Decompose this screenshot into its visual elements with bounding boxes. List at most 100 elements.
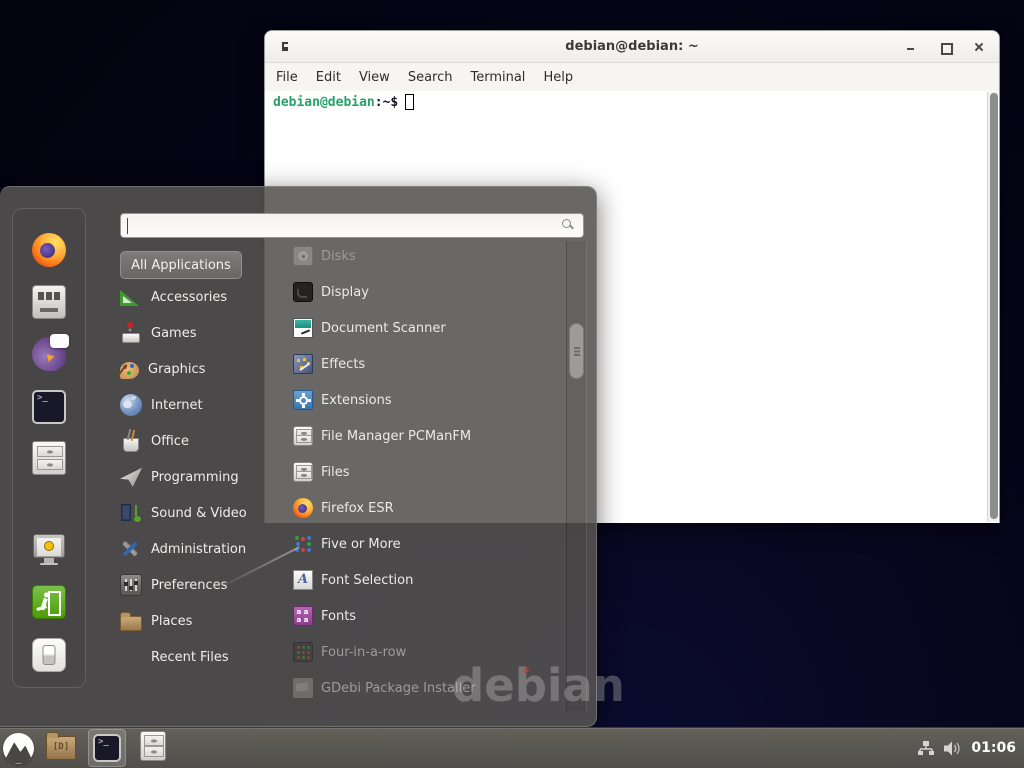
app-disks[interactable]: Disks: [280, 238, 552, 274]
favorites-sidebar: [12, 208, 86, 688]
app-document-scanner[interactable]: Document Scanner: [280, 310, 552, 346]
menu-button[interactable]: [3, 733, 34, 764]
category-accessories[interactable]: Accessories: [120, 279, 270, 315]
all-applications-button[interactable]: All Applications: [120, 251, 242, 279]
shutdown-icon: [32, 638, 66, 672]
mountain-logo-icon: [3, 739, 34, 763]
menu-help[interactable]: Help: [534, 66, 582, 89]
network-icon[interactable]: [918, 741, 934, 756]
lock-screen-button[interactable]: [30, 527, 68, 565]
terminal-title: debian@debian: ~: [265, 39, 999, 54]
category-administration[interactable]: Administration: [120, 531, 270, 567]
app-gdebi-package-installer[interactable]: GDebi Package Installer: [280, 670, 552, 706]
font-a-icon: [293, 570, 313, 590]
favorite-terminal[interactable]: [30, 388, 68, 426]
file-cabinet-launcher[interactable]: [140, 731, 166, 765]
close-icon[interactable]: [973, 41, 985, 53]
disks-icon: [293, 246, 313, 266]
places-icon: [120, 616, 142, 631]
terminal-scrollbar-thumb[interactable]: [990, 93, 998, 519]
lock-screen-icon: [33, 534, 65, 558]
programming-icon: [120, 466, 142, 488]
terminal-taskbar-button[interactable]: [88, 729, 126, 767]
menu-file[interactable]: File: [267, 66, 307, 89]
desktop: { "desktop": { "watermark": "debian" }, …: [0, 0, 1024, 768]
category-office[interactable]: Office: [120, 423, 270, 459]
effects-icon: [293, 354, 313, 374]
favorite-pidgin[interactable]: [30, 335, 68, 373]
file-manager-launcher[interactable]: [46, 736, 76, 760]
app-firefox-esr[interactable]: Firefox ESR: [280, 490, 552, 526]
file-cabinet-icon: [293, 426, 313, 446]
clock[interactable]: 01:06: [971, 740, 1016, 756]
category-sound-video[interactable]: Sound & Video: [120, 495, 270, 531]
app-display[interactable]: Display: [280, 274, 552, 310]
terminal-titlebar[interactable]: debian@debian: ~: [265, 31, 999, 63]
favorite-keyboard-app[interactable]: [30, 283, 68, 321]
internet-icon: [120, 394, 142, 416]
firefox-icon: [32, 233, 66, 267]
taskbar-launchers: [0, 729, 166, 767]
colored-dots-icon: [293, 534, 313, 554]
category-recent-files[interactable]: Recent Files: [120, 639, 270, 675]
app-files[interactable]: Files: [280, 454, 552, 490]
graphics-icon: [120, 362, 139, 379]
menu-terminal[interactable]: Terminal: [461, 66, 534, 89]
application-list: Disks Display Document Scanner Effects E…: [280, 238, 552, 706]
search-input[interactable]: [120, 213, 584, 238]
category-programming[interactable]: Programming: [120, 459, 270, 495]
minimize-icon[interactable]: [905, 41, 917, 53]
firefox-icon: [293, 498, 313, 518]
app-four-in-a-row[interactable]: Four-in-a-row: [280, 634, 552, 670]
sound-video-icon: [120, 502, 142, 524]
all-applications-label: All Applications: [131, 258, 231, 273]
prompt-suffix: :~$: [375, 95, 398, 110]
terminal-cursor: [405, 94, 414, 110]
prompt-user: debian@debian: [273, 95, 375, 110]
app-five-or-more[interactable]: Five or More: [280, 526, 552, 562]
keyboard-icon: [32, 285, 66, 319]
administration-icon: [120, 538, 142, 560]
terminal-icon: [93, 734, 121, 762]
extensions-icon: [293, 390, 313, 410]
menu-edit[interactable]: Edit: [307, 66, 350, 89]
app-fonts[interactable]: Fonts: [280, 598, 552, 634]
logout-icon: [32, 585, 66, 619]
app-effects[interactable]: Effects: [280, 346, 552, 382]
category-graphics[interactable]: Graphics: [120, 351, 270, 387]
dot-grid-icon: [293, 642, 313, 662]
menu-view[interactable]: View: [350, 66, 399, 89]
shell-prompt: debian@debian:~$: [273, 94, 414, 110]
document-scanner-icon: [293, 318, 313, 338]
application-menu: All Applications Accessories Games Graph…: [0, 186, 597, 727]
menu-scrollbar[interactable]: [566, 241, 587, 711]
accessories-icon: [120, 286, 142, 308]
display-icon: [293, 282, 313, 302]
maximize-icon[interactable]: [939, 41, 951, 53]
office-icon: [120, 430, 142, 452]
favorite-file-manager[interactable]: [30, 439, 68, 477]
app-font-selection[interactable]: Font Selection: [280, 562, 552, 598]
preferences-icon: [120, 574, 142, 596]
fonts-icon: [293, 606, 313, 626]
search-icon: [562, 219, 571, 228]
terminal-scrollbar[interactable]: [987, 92, 998, 522]
shutdown-button[interactable]: [30, 636, 68, 674]
logout-button[interactable]: [30, 583, 68, 621]
file-cabinet-icon: [293, 462, 313, 482]
pidgin-icon: [32, 337, 66, 371]
category-places[interactable]: Places: [120, 603, 270, 639]
menu-search[interactable]: Search: [399, 66, 462, 89]
category-list: Accessories Games Graphics Internet Offi…: [120, 279, 270, 675]
app-extensions[interactable]: Extensions: [280, 382, 552, 418]
menu-scrollbar-thumb[interactable]: [569, 323, 584, 379]
system-tray: 01:06: [918, 740, 1024, 756]
games-icon: [120, 322, 142, 344]
category-internet[interactable]: Internet: [120, 387, 270, 423]
volume-icon[interactable]: [944, 741, 961, 756]
app-file-manager-pcmanfm[interactable]: File Manager PCManFM: [280, 418, 552, 454]
text-caret: [127, 218, 128, 234]
category-games[interactable]: Games: [120, 315, 270, 351]
favorite-firefox[interactable]: [30, 231, 68, 269]
package-icon: [293, 678, 313, 698]
